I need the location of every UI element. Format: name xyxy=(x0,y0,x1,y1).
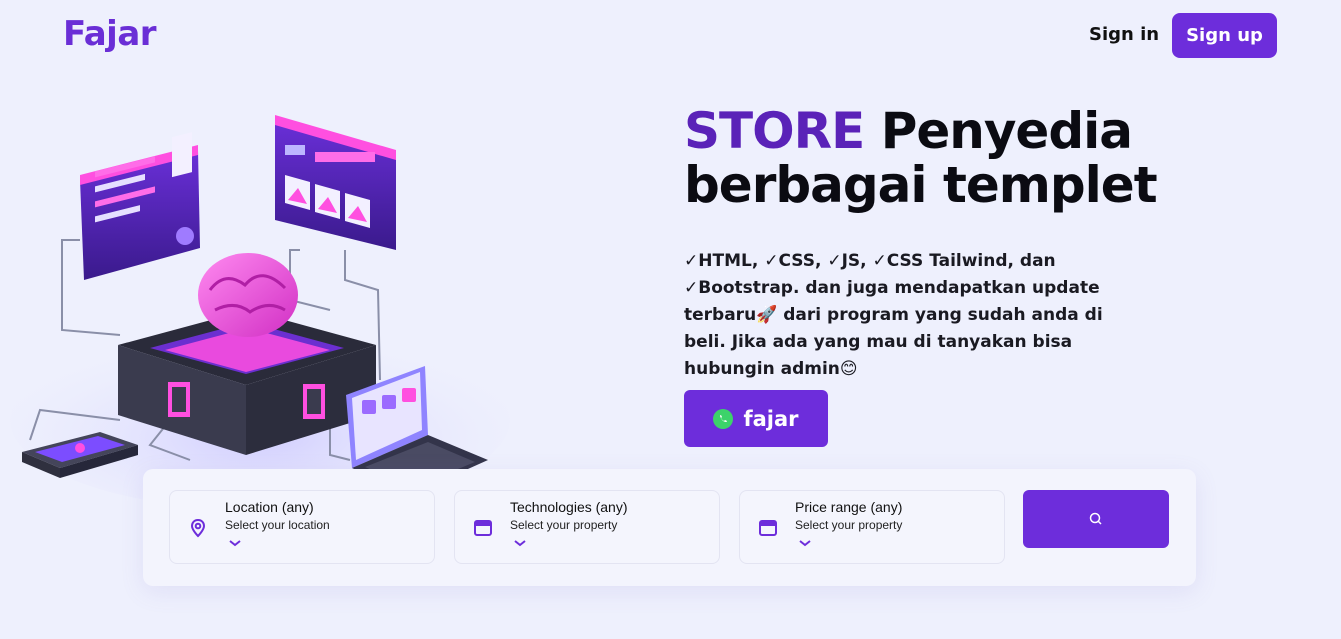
browser-window-icon xyxy=(759,520,777,536)
search-icon xyxy=(1089,512,1102,525)
sign-in-link[interactable]: Sign in xyxy=(1089,24,1159,45)
chevron-down-icon[interactable] xyxy=(228,538,242,548)
search-button[interactable] xyxy=(1023,490,1169,548)
search-panel: Location (any) Select your location Tech… xyxy=(143,469,1196,586)
whatsapp-button-label: fajar xyxy=(743,406,799,431)
technologies-filter-title: Technologies (any) xyxy=(510,499,628,515)
whatsapp-icon xyxy=(713,408,734,429)
chevron-down-icon[interactable] xyxy=(798,538,812,548)
technologies-filter[interactable]: Technologies (any) Select your property xyxy=(454,490,720,564)
hero-illustration xyxy=(0,100,518,512)
price-range-filter[interactable]: Price range (any) Select your property xyxy=(739,490,1005,564)
price-range-filter-title: Price range (any) xyxy=(795,499,903,515)
headline-accent: STORE xyxy=(684,102,865,160)
location-filter[interactable]: Location (any) Select your location xyxy=(169,490,435,564)
technologies-filter-subtitle: Select your property xyxy=(510,518,618,532)
location-filter-title: Location (any) xyxy=(225,499,314,515)
location-pin-icon xyxy=(190,518,206,538)
hero-headline: STORE Penyedia berbagai templet xyxy=(684,104,1304,212)
location-filter-subtitle: Select your location xyxy=(225,518,330,532)
browser-window-icon xyxy=(474,520,492,536)
sign-up-button[interactable]: Sign up xyxy=(1172,13,1277,58)
price-range-filter-subtitle: Select your property xyxy=(795,518,903,532)
chevron-down-icon[interactable] xyxy=(513,538,527,548)
whatsapp-contact-button[interactable]: fajar xyxy=(684,390,828,447)
hero-description: ✓HTML, ✓CSS, ✓JS, ✓CSS Tailwind, dan ✓Bo… xyxy=(684,251,1103,379)
brand-logo[interactable]: Fajar xyxy=(63,14,157,54)
